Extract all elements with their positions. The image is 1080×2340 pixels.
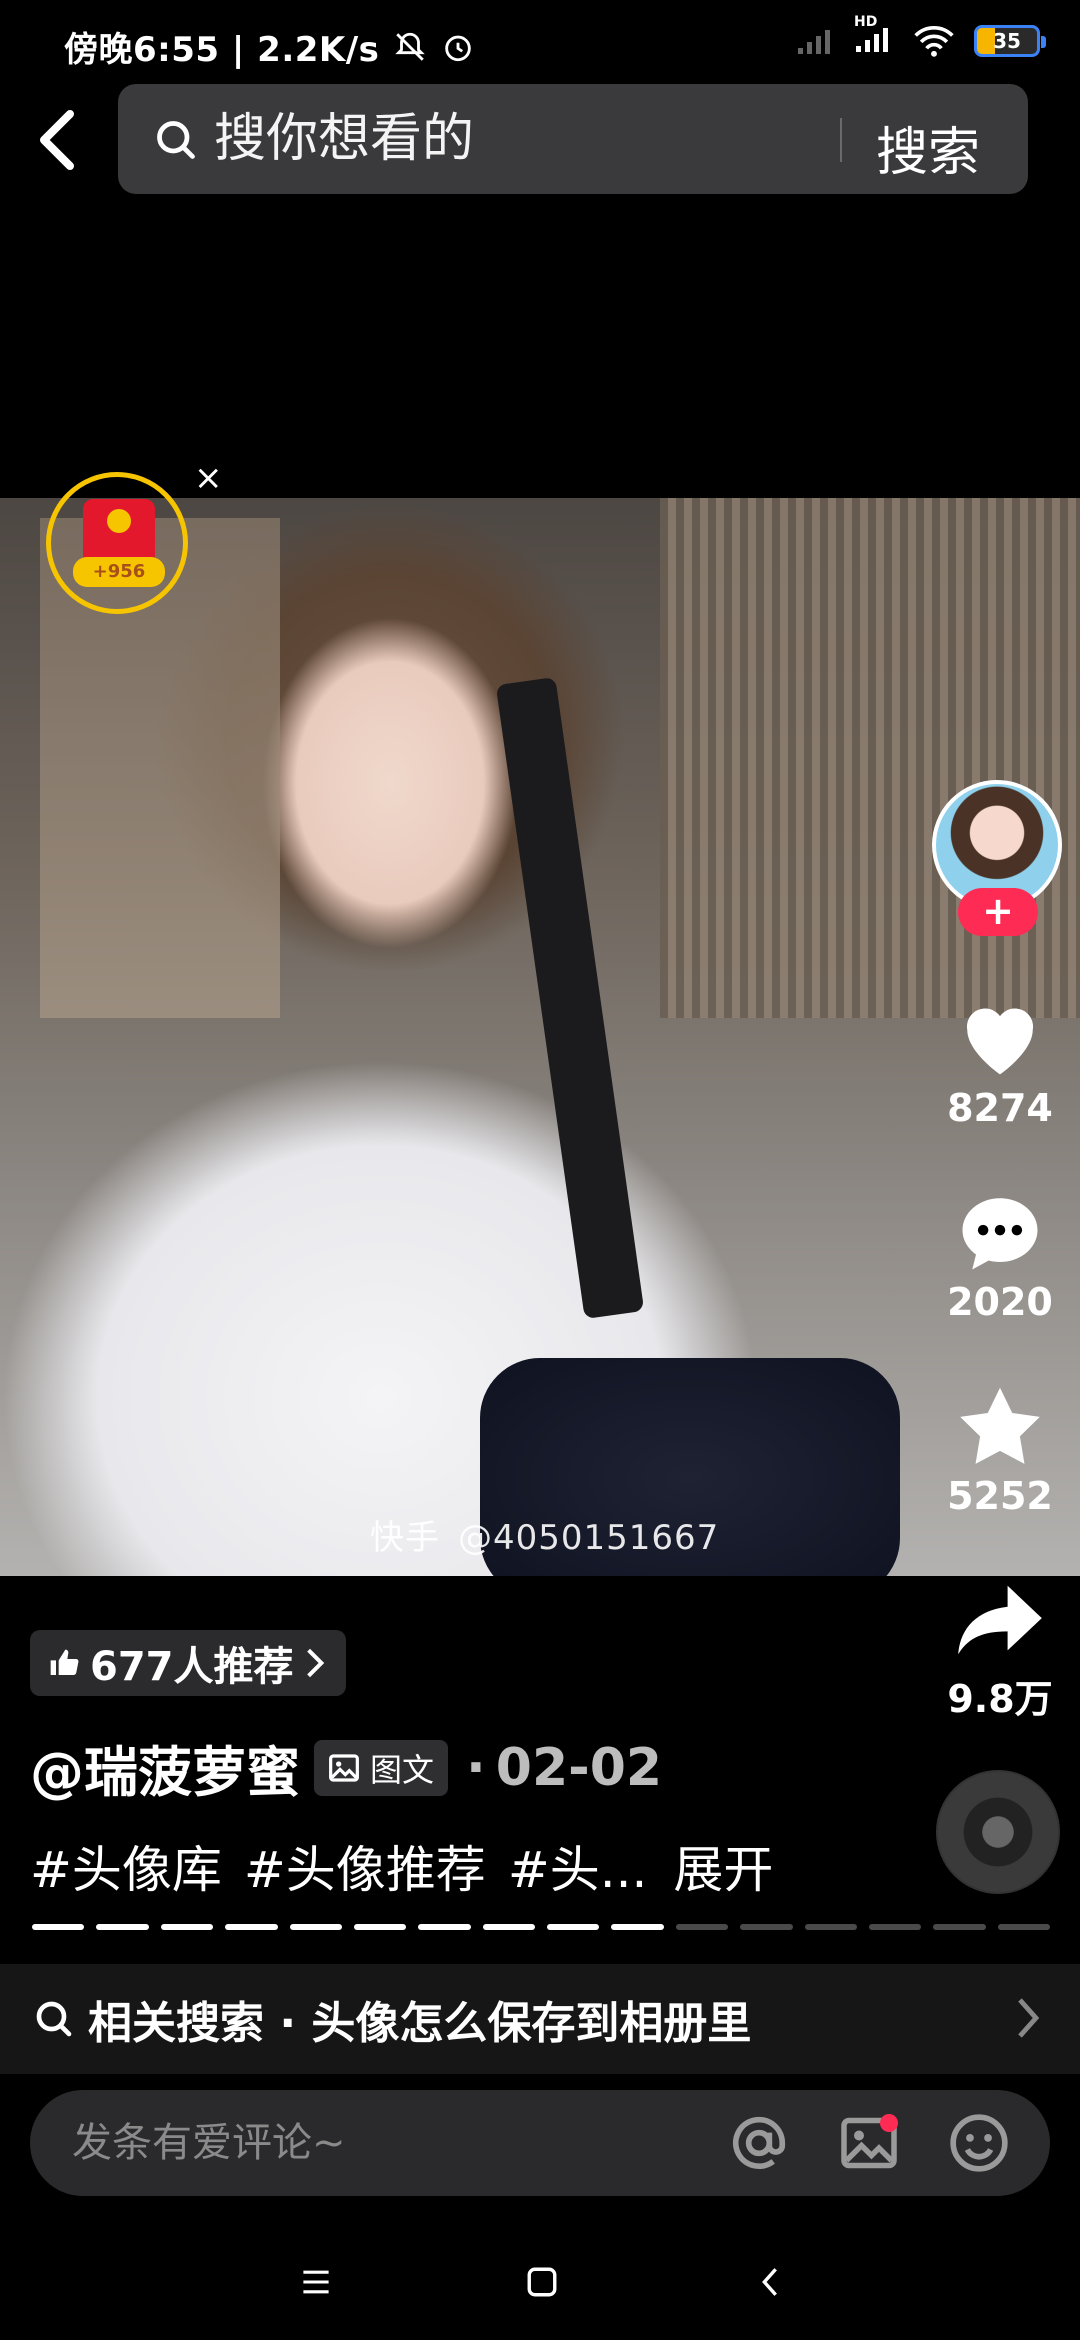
date-separator: · (466, 1737, 486, 1798)
comment-button[interactable]: 2020 (920, 1184, 1080, 1324)
progress-segment (32, 1924, 85, 1930)
recommend-text: 677人推荐 (90, 1644, 294, 1690)
post-date-value: 02-02 (495, 1737, 663, 1798)
progress-segment (160, 1924, 214, 1930)
mute-bell-icon (395, 32, 426, 61)
music-disc[interactable] (936, 1770, 1060, 1894)
alarm-icon (445, 35, 472, 61)
status-bar: 傍晚6:55 | 2.2K/s HD 35 (0, 0, 1080, 90)
post-image[interactable]: 快手 @4050151667 (0, 498, 1080, 1576)
image-progress (32, 1924, 1050, 1930)
watermark-brand: 快手 (370, 1518, 440, 1558)
wifi-icon (914, 25, 954, 57)
hashtag[interactable]: #头像库 (30, 1830, 222, 1902)
chevron-right-icon (1018, 1998, 1040, 2038)
chevron-right-icon (306, 1648, 324, 1678)
thumbs-up-icon (50, 1649, 79, 1675)
square-icon (527, 2267, 557, 2297)
red-packet-close-button[interactable]: × (194, 458, 223, 498)
progress-segment (740, 1924, 793, 1930)
related-search-text: 相关搜索 · 头像怎么保存到相册里 (88, 1998, 752, 2049)
progress-segment (225, 1924, 278, 1930)
author-name[interactable]: @瑞菠萝蜜 (30, 1728, 300, 1807)
hashtag[interactable]: #头像推荐 (244, 1830, 486, 1902)
favorite-button[interactable]: 5252 (920, 1378, 1080, 1518)
comment-count: 2020 (947, 1280, 1053, 1324)
status-right: HD 35 (796, 14, 1046, 58)
home-nav-button[interactable] (512, 2252, 572, 2312)
progress-segment (418, 1924, 471, 1930)
status-left: 傍晚6:55 | 2.2K/s (64, 22, 475, 71)
progress-segment (96, 1924, 149, 1930)
like-button[interactable]: 8274 (920, 990, 1080, 1130)
progress-segment (289, 1924, 342, 1930)
emoji-button[interactable] (944, 2108, 1014, 2178)
watermark-id: @4050151667 (458, 1518, 720, 1558)
back-nav-button[interactable] (740, 2252, 800, 2312)
system-nav-bar (0, 2220, 1080, 2340)
progress-segment (482, 1924, 535, 1930)
post-date: · 02-02 (462, 1738, 662, 1798)
hashtag[interactable]: #头... (508, 1830, 648, 1902)
search-box[interactable]: 搜索 (118, 84, 1028, 194)
search-icon (157, 121, 195, 159)
image-watermark: 快手 @4050151667 (370, 1510, 719, 1559)
share-button[interactable]: 9.8万 (920, 1572, 1080, 1723)
chevron-left-icon (762, 2268, 777, 2296)
notification-dot (880, 2114, 898, 2132)
chevron-left-icon (40, 110, 74, 170)
back-button[interactable] (34, 108, 78, 172)
post-type-label: 图文 (370, 1750, 435, 1789)
menu-icon (303, 2270, 329, 2294)
comment-bar (30, 2090, 1050, 2196)
progress-segment (353, 1924, 407, 1930)
follow-button[interactable]: + (958, 888, 1038, 936)
like-count: 8274 (947, 1086, 1053, 1130)
post-type-badge: 图文 (314, 1739, 449, 1796)
comment-input[interactable] (72, 2112, 712, 2174)
expand-link[interactable]: 展开 (673, 1830, 773, 1902)
red-packet-widget[interactable]: +956 (46, 472, 188, 614)
battery-indicator: 35 (974, 25, 1046, 57)
progress-segment (804, 1924, 857, 1930)
signal-icon (798, 30, 830, 54)
photo-bag-strap (495, 676, 645, 1320)
progress-segment (933, 1924, 986, 1930)
search-input[interactable] (214, 106, 934, 172)
recommend-pill[interactable]: 677人推荐 (30, 1630, 346, 1696)
search-divider (840, 118, 842, 162)
related-search-bar[interactable]: 相关搜索 · 头像怎么保存到相册里 (0, 1964, 1080, 2074)
progress-segment (997, 1924, 1050, 1930)
share-arrow-icon (958, 1585, 1042, 1655)
author-row: @瑞菠萝蜜 图文 · 02-02 (30, 1728, 662, 1807)
speech-bubble-icon (962, 1198, 1038, 1270)
photo-building-right (660, 498, 1080, 1018)
menu-nav-button[interactable] (286, 2252, 346, 2312)
search-submit-button[interactable]: 搜索 (876, 110, 980, 185)
progress-segment (675, 1924, 729, 1930)
mention-button[interactable] (724, 2108, 794, 2178)
progress-segment (868, 1924, 922, 1930)
hd-label: HD (854, 14, 878, 30)
progress-segment (611, 1924, 664, 1930)
star-icon (960, 1387, 1040, 1464)
image-icon (329, 1753, 359, 1782)
hashtag-row: #头像库 #头像推荐 #头... 展开 (30, 1830, 773, 1902)
heart-icon (966, 1008, 1034, 1075)
signal-hd: HD (854, 14, 894, 58)
emoji-icon (950, 2114, 1008, 2172)
image-picker-button[interactable] (834, 2108, 904, 2178)
at-icon (732, 2116, 786, 2170)
status-time: 傍晚6:55 | 2.2K/s (64, 30, 380, 70)
share-count: 9.8万 (947, 1677, 1053, 1721)
progress-segment (547, 1924, 600, 1930)
red-packet-count: +956 (73, 557, 165, 587)
coin-icon (107, 509, 131, 533)
search-icon (36, 2001, 72, 2037)
favorite-count: 5252 (947, 1474, 1053, 1518)
